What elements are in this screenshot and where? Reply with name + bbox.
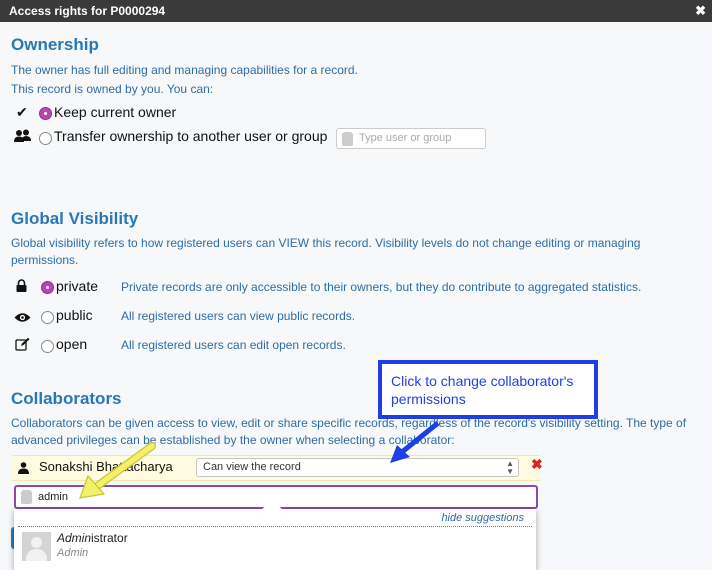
private-radio[interactable] <box>41 281 54 294</box>
remove-collaborator-icon[interactable]: ✖ <box>531 456 543 473</box>
dialog-title: Access rights for P0000294 <box>9 4 166 18</box>
user-icon <box>342 132 353 146</box>
edit-icon <box>15 337 30 356</box>
ownership-status: This record is owned by you. You can: <box>11 82 214 96</box>
keep-owner-radio[interactable] <box>39 107 52 120</box>
transfer-owner-label[interactable]: Transfer ownership to another user or gr… <box>54 128 327 144</box>
transfer-owner-radio[interactable] <box>39 132 52 145</box>
avatar <box>22 532 51 561</box>
permission-select[interactable]: Can view the record ▲ ▼ <box>196 458 519 477</box>
collaborator-name: Sonakshi Bhattacharya <box>39 459 173 474</box>
suggestions-dropdown: hide suggestions Administrator Admin <box>14 501 536 570</box>
suggestion-subtitle: Admin <box>57 547 89 559</box>
open-label[interactable]: open <box>56 336 87 352</box>
keep-owner-label[interactable]: Keep current owner <box>54 104 176 120</box>
public-label[interactable]: public <box>56 307 93 323</box>
ownership-description: The owner has full editing and managing … <box>11 63 358 77</box>
public-description: All registered users can view public rec… <box>121 309 356 323</box>
open-radio[interactable] <box>41 340 54 353</box>
transfer-owner-placeholder: Type user or group <box>359 132 452 144</box>
visibility-heading: Global Visibility <box>11 209 139 228</box>
visibility-description: Global visibility refers to how register… <box>11 236 641 267</box>
dropdown-notch <box>262 501 282 509</box>
transfer-owner-input[interactable]: Type user or group <box>336 128 486 149</box>
ownership-heading: Ownership <box>11 35 99 54</box>
collaborators-heading: Collaborators <box>11 389 122 408</box>
collaborator-search-value: admin <box>38 491 68 503</box>
permission-select-value: Can view the record <box>203 461 301 473</box>
open-description: All registered users can edit open recor… <box>121 338 346 352</box>
users-group-icon <box>14 129 32 148</box>
checkmark-icon: ✔ <box>16 104 28 120</box>
suggestion-name[interactable]: Administrator <box>57 531 128 545</box>
private-description: Private records are only accessible to t… <box>121 280 642 294</box>
public-radio[interactable] <box>41 311 54 324</box>
suggestion-name-match: Admin <box>57 531 92 545</box>
close-icon[interactable]: ✖ <box>695 0 706 22</box>
divider <box>18 526 532 527</box>
select-arrows-icon: ▲ ▼ <box>506 459 514 476</box>
user-icon <box>21 490 32 504</box>
private-label[interactable]: private <box>56 278 98 294</box>
suggestion-name-rest: istrator <box>91 531 128 545</box>
annotation-callout: Click to change collaborator's permissio… <box>378 360 598 419</box>
user-icon <box>18 461 29 479</box>
eye-icon <box>14 310 31 328</box>
dialog-titlebar: Access rights for P0000294 ✖ <box>0 0 712 22</box>
collaborators-description: Collaborators can be given access to vie… <box>11 416 687 447</box>
lock-icon <box>16 279 27 297</box>
annotation-callout-text: Click to change collaborator's permissio… <box>391 373 574 407</box>
hide-suggestions-link[interactable]: hide suggestions <box>441 512 524 524</box>
